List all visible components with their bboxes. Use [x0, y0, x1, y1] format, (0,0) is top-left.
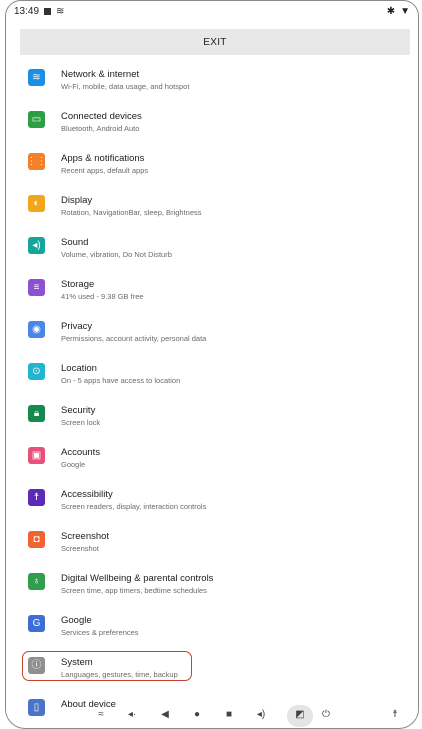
device-frame: 13:49 ≋ ✱ ▼ EXIT ≋ Network & internet Wi-F…	[5, 0, 419, 729]
settings-item-text: Network & internet Wi-Fi, mobile, data us…	[61, 69, 189, 92]
google-icon: G	[28, 615, 45, 632]
settings-item-subtitle: Volume, vibration, Do Not Disturb	[61, 250, 172, 259]
home-icon[interactable]: ●	[188, 708, 206, 722]
settings-item-apps-notifications[interactable]: ⋮⋮ Apps & notifications Recent apps, defau…	[6, 141, 418, 183]
settings-item-title: Accessibility	[61, 489, 113, 500]
settings-item-title: Screenshot	[61, 531, 110, 542]
settings-item-title: Google	[61, 615, 92, 626]
settings-item-display[interactable]: ◐ Display Rotation, NavigationBar, sleep, …	[6, 183, 418, 225]
clock: 13:49	[14, 5, 40, 17]
wellbeing-icon: ♁	[28, 573, 45, 590]
storage-icon: ≡	[28, 279, 45, 296]
settings-item-subtitle: Services & preferences	[61, 628, 139, 637]
settings-item-system[interactable]: ⓘ System Languages, gestures, time, backup	[6, 645, 418, 687]
settings-item-subtitle: Screenshot	[61, 544, 99, 553]
back-icon[interactable]: ◀	[156, 708, 174, 722]
settings-item-text: Screenshot Screenshot	[61, 531, 109, 554]
settings-item-subtitle: Screen lock	[61, 418, 101, 427]
lock-icon: 🔒︎	[28, 405, 45, 422]
settings-item-title: System	[61, 657, 93, 668]
settings-item-title: Sound	[61, 237, 89, 248]
settings-item-location[interactable]: ⊙ Location On - 5 apps have access to loca…	[6, 351, 418, 393]
signal-icon: ▼	[400, 5, 410, 17]
settings-item-sound[interactable]: ◂) Sound Volume, vibration, Do Not Disturb	[6, 225, 418, 267]
exit-label: EXIT	[203, 36, 227, 48]
settings-item-title: Location	[61, 363, 97, 374]
settings-item-subtitle: Wi-Fi, mobile, data usage, and hotspot	[61, 82, 190, 91]
settings-item-text: Storage 41% used - 9.38 GB free	[61, 279, 144, 302]
notification-icon	[44, 7, 52, 15]
settings-item-text: Display Rotation, NavigationBar, sleep, B…	[61, 195, 202, 218]
volume-down-icon[interactable]: ◂·	[123, 708, 141, 722]
settings-item-subtitle: Google	[61, 460, 86, 469]
power-icon[interactable]: ⏻	[317, 708, 335, 722]
settings-item-text: Connected devices Bluetooth, Android Auto	[61, 111, 142, 134]
settings-item-text: Sound Volume, vibration, Do Not Disturb	[61, 237, 172, 260]
apps-icon: ⋮⋮	[27, 153, 47, 170]
brightness-icon: ◐	[28, 195, 45, 212]
settings-item-accounts[interactable]: ▣ Accounts Google	[6, 435, 418, 477]
recents-icon[interactable]: ■	[220, 708, 238, 722]
settings-item-text: Privacy Permissions, account activity, pe…	[61, 321, 206, 344]
privacy-icon: ◉	[28, 321, 45, 338]
settings-item-title: Connected devices	[61, 111, 142, 122]
settings-item-subtitle: Bluetooth, Android Auto	[61, 124, 140, 133]
settings-item-digital-wellbeing-parental-controls[interactable]: ♁ Digital Wellbeing & parental controls Sc…	[6, 561, 418, 603]
settings-item-network-internet[interactable]: ≋ Network & internet Wi-Fi, mobile, data u…	[6, 57, 418, 99]
connected-devices-icon: ▭	[28, 111, 45, 128]
settings-item-title: Storage	[61, 279, 95, 290]
location-pin-icon: ⊙	[28, 363, 45, 380]
status-bar: 13:49 ≋ ✱ ▼	[6, 1, 418, 21]
rotate-icon[interactable]: ◩	[291, 708, 309, 722]
settings-item-screenshot[interactable]: ◘ Screenshot Screenshot	[6, 519, 418, 561]
settings-item-text: Location On - 5 apps have access to locat…	[61, 363, 180, 386]
settings-item-accessibility[interactable]: ☨ Accessibility Screen readers, display, i…	[6, 477, 418, 519]
settings-item-text: Digital Wellbeing & parental controls Scr…	[61, 573, 213, 596]
settings-item-text: System Languages, gestures, time, backup	[61, 657, 178, 680]
volume-up-icon[interactable]: ◂)	[252, 708, 270, 722]
settings-item-subtitle: Screen readers, display, interaction con…	[61, 502, 207, 511]
accessibility-icon: ☨	[28, 489, 45, 506]
settings-item-subtitle: Screen time, app timers, bedtime schedul…	[61, 586, 207, 595]
settings-item-text: Accounts Google	[61, 447, 100, 470]
settings-item-title: Privacy	[61, 321, 93, 332]
settings-item-title: Accounts	[61, 447, 101, 458]
settings-item-storage[interactable]: ≡ Storage 41% used - 9.38 GB free	[6, 267, 418, 309]
settings-item-title: Digital Wellbeing & parental controls	[61, 573, 214, 584]
settings-item-text: Apps & notifications Recent apps, default…	[61, 153, 148, 176]
settings-item-text: Accessibility Screen readers, display, in…	[61, 489, 206, 512]
settings-item-subtitle: Rotation, NavigationBar, sleep, Brightne…	[61, 208, 202, 217]
wifi-icon: ≋	[28, 69, 45, 86]
settings-item-subtitle: 41% used - 9.38 GB free	[61, 292, 144, 301]
screenshot-gesture-icon[interactable]: ≈	[92, 708, 110, 722]
settings-item-privacy[interactable]: ◉ Privacy Permissions, account activity, p…	[6, 309, 418, 351]
settings-item-subtitle: On - 5 apps have access to location	[61, 376, 181, 385]
camera-icon: ◘	[28, 531, 45, 548]
settings-item-connected-devices[interactable]: ▭ Connected devices Bluetooth, Android Aut…	[6, 99, 418, 141]
settings-item-text: Google Services & preferences	[61, 615, 139, 638]
settings-item-text: Security Screen lock	[61, 405, 100, 428]
settings-item-security[interactable]: 🔒︎ Security Screen lock	[6, 393, 418, 435]
settings-item-title: Display	[61, 195, 93, 206]
info-icon: ⓘ	[28, 657, 45, 674]
wifi-status-icon: ≋	[56, 5, 65, 17]
exit-button[interactable]: EXIT	[20, 29, 410, 55]
accessibility-shortcut-icon[interactable]: ☨	[386, 708, 404, 722]
bluetooth-icon: ✱	[386, 5, 396, 17]
volume-icon: ◂)	[28, 237, 45, 254]
settings-item-title: Security	[61, 405, 96, 416]
settings-item-subtitle: Languages, gestures, time, backup	[61, 670, 178, 679]
settings-list: ≋ Network & internet Wi-Fi, mobile, data u…	[6, 57, 418, 728]
settings-item-subtitle: Permissions, account activity, personal …	[61, 334, 207, 343]
settings-item-title: Network & internet	[61, 69, 140, 80]
settings-item-title: Apps & notifications	[61, 153, 145, 164]
settings-item-subtitle: Recent apps, default apps	[61, 166, 149, 175]
navigation-bar: ≈ ◂· ◀ ● ■ ◂) ◩ ⏻ ☨	[6, 702, 418, 728]
settings-item-google[interactable]: G Google Services & preferences	[6, 603, 418, 645]
account-icon: ▣	[28, 447, 45, 464]
